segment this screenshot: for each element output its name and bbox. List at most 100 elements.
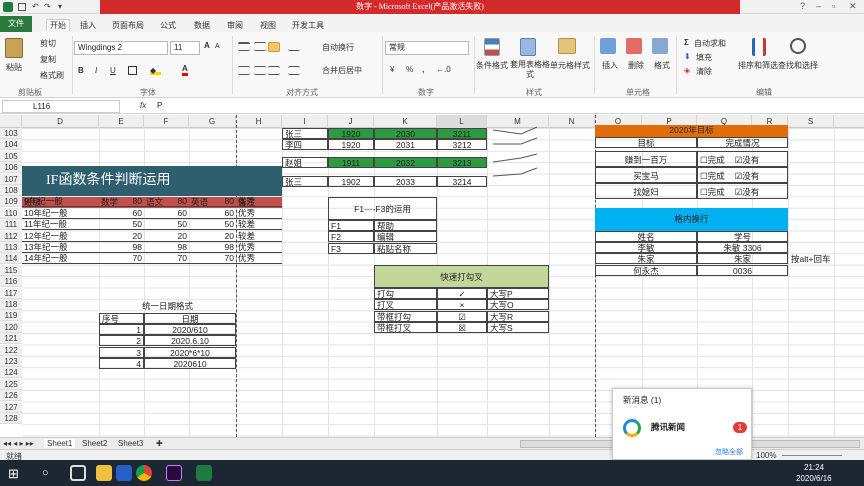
- align-bottom-icon[interactable]: [268, 42, 280, 52]
- save-icon[interactable]: [18, 3, 26, 11]
- search-icon[interactable]: ○: [42, 467, 49, 479]
- percent-button[interactable]: %: [406, 65, 413, 74]
- orientation-icon[interactable]: [288, 42, 300, 51]
- copy-button[interactable]: 复制: [40, 54, 56, 65]
- formula-input[interactable]: P: [154, 100, 862, 113]
- redo-icon[interactable]: ↷: [44, 2, 51, 11]
- notification-app[interactable]: 腾讯新闻: [649, 422, 687, 433]
- sort-filter-button[interactable]: 排序和筛选: [738, 60, 778, 71]
- format-painter-button[interactable]: 格式刷: [40, 70, 64, 81]
- col-header-j[interactable]: J: [328, 115, 374, 128]
- insert-cells-icon[interactable]: [600, 38, 616, 54]
- tab-developer[interactable]: 开发工具: [292, 20, 324, 31]
- insert-cells-button[interactable]: 插入: [602, 60, 618, 71]
- autosum-button[interactable]: 自动求和: [694, 38, 726, 49]
- align-middle-icon[interactable]: [254, 42, 266, 51]
- zoom-slider[interactable]: [782, 455, 842, 456]
- cell-style-icon[interactable]: [558, 38, 576, 54]
- italic-button[interactable]: I: [95, 66, 97, 75]
- clock-time[interactable]: 21:24: [804, 463, 824, 472]
- col-header-i[interactable]: I: [282, 115, 328, 128]
- fill-icon[interactable]: ⬇: [684, 52, 691, 61]
- task-view-icon[interactable]: [70, 465, 86, 481]
- delete-cells-button[interactable]: 删除: [628, 60, 644, 71]
- sheet-tab-sheet3[interactable]: Sheet3: [118, 439, 143, 448]
- sheet-tab-sheet2[interactable]: Sheet2: [82, 439, 107, 448]
- align-left-icon[interactable]: [238, 66, 250, 75]
- unchecked-box-icon[interactable]: ☐: [700, 155, 708, 165]
- conditional-format-icon[interactable]: [484, 38, 500, 56]
- shrink-font-icon[interactable]: A: [215, 43, 220, 50]
- sheet-nav-icon[interactable]: ◂◂ ◂ ▸ ▸▸: [3, 439, 34, 448]
- zoom-level[interactable]: 100%: [756, 451, 776, 460]
- indent-icon[interactable]: [288, 66, 300, 75]
- align-center-icon[interactable]: [254, 66, 266, 75]
- format-cells-button[interactable]: 格式: [654, 60, 670, 71]
- paste-icon[interactable]: [5, 38, 23, 58]
- paste-button[interactable]: 粘贴: [6, 62, 22, 73]
- table-format-button[interactable]: 套用表格格式: [508, 60, 552, 80]
- format-cells-icon[interactable]: [652, 38, 668, 54]
- tab-review[interactable]: 审阅: [227, 20, 243, 31]
- clear-icon[interactable]: ◈: [684, 66, 690, 75]
- fill-color-icon[interactable]: ◆: [150, 66, 161, 75]
- col-header-h[interactable]: H: [236, 115, 282, 128]
- bold-button[interactable]: B: [78, 66, 84, 75]
- col-header-f[interactable]: F: [144, 115, 189, 128]
- col-header-d[interactable]: D: [22, 115, 99, 128]
- undo-icon[interactable]: ↶: [32, 2, 39, 11]
- fx-icon[interactable]: fx: [140, 101, 146, 110]
- cell-style-button[interactable]: 单元格样式: [550, 60, 590, 71]
- tab-formulas[interactable]: 公式: [160, 20, 176, 31]
- merge-center-button[interactable]: 合并后居中: [322, 65, 362, 76]
- border-icon[interactable]: [128, 66, 137, 75]
- close-button[interactable]: ✕: [849, 1, 857, 12]
- conditional-format-button[interactable]: 条件格式: [476, 60, 508, 71]
- clock-date[interactable]: 2020/6/16: [796, 474, 832, 483]
- notification-popup[interactable]: 新消息 (1) 腾讯新闻 1 忽略全部: [612, 388, 752, 460]
- name-box[interactable]: L116: [2, 100, 120, 113]
- align-right-icon[interactable]: [268, 66, 280, 75]
- delete-cells-icon[interactable]: [626, 38, 642, 54]
- help-button[interactable]: ?: [800, 1, 805, 11]
- excel-taskbar-icon[interactable]: [196, 465, 212, 481]
- comma-button[interactable]: ,: [422, 65, 424, 74]
- chrome-icon[interactable]: [136, 465, 152, 481]
- autosum-icon[interactable]: Σ: [684, 38, 689, 47]
- notification-dismiss-all[interactable]: 忽略全部: [713, 447, 745, 458]
- unchecked-box-icon[interactable]: ☐: [700, 171, 708, 181]
- find-select-button[interactable]: 查找和选择: [778, 60, 818, 71]
- col-header-e[interactable]: E: [99, 115, 144, 128]
- tab-view[interactable]: 视图: [260, 20, 276, 31]
- minimize-button[interactable]: –: [816, 1, 821, 11]
- font-color-icon[interactable]: A: [182, 64, 188, 76]
- align-top-icon[interactable]: [238, 42, 250, 51]
- tab-file[interactable]: 文件: [0, 16, 32, 32]
- number-format-select[interactable]: 常规: [385, 41, 469, 55]
- col-header-s[interactable]: S: [788, 115, 834, 128]
- grow-font-icon[interactable]: A: [204, 41, 210, 50]
- new-sheet-icon[interactable]: ✚: [156, 439, 163, 448]
- file-explorer-icon[interactable]: [96, 465, 112, 481]
- font-name-select[interactable]: Wingdings 2: [74, 41, 168, 55]
- font-size-select[interactable]: 11: [170, 41, 200, 55]
- tab-page-layout[interactable]: 页面布局: [112, 20, 144, 31]
- increase-decimal-icon[interactable]: ←.0: [436, 65, 451, 74]
- premiere-icon[interactable]: [166, 465, 182, 481]
- currency-icon[interactable]: ¥: [390, 65, 394, 74]
- underline-button[interactable]: U: [110, 66, 116, 75]
- col-header-g[interactable]: G: [189, 115, 236, 128]
- col-header-k[interactable]: K: [374, 115, 437, 128]
- clear-button[interactable]: 清除: [696, 66, 712, 77]
- app-k-icon[interactable]: [116, 465, 132, 481]
- col-header-l[interactable]: L: [437, 115, 487, 128]
- fill-button[interactable]: 填充: [696, 52, 712, 63]
- tab-insert[interactable]: 插入: [80, 20, 96, 31]
- tab-data[interactable]: 数据: [194, 20, 210, 31]
- tab-home[interactable]: 开始: [46, 19, 70, 31]
- cut-button[interactable]: 剪切: [40, 38, 56, 49]
- find-select-icon[interactable]: [790, 38, 806, 54]
- maximize-button[interactable]: ▫: [832, 1, 835, 11]
- unchecked-box-icon[interactable]: ☐: [700, 187, 708, 197]
- sort-filter-icon[interactable]: [752, 38, 766, 56]
